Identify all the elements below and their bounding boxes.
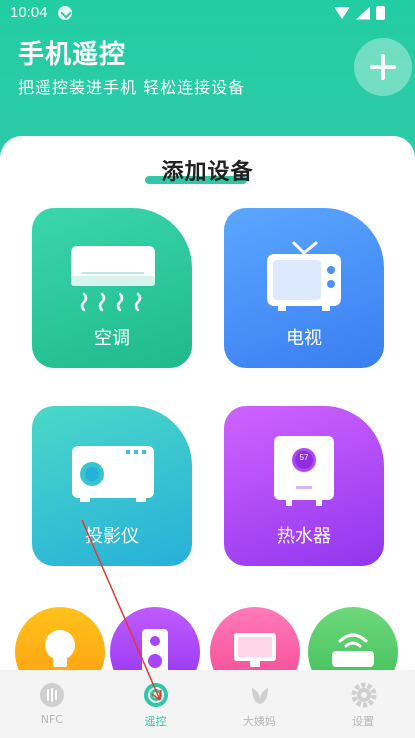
page-title: 手机遥控 bbox=[18, 40, 127, 70]
remote-icon bbox=[144, 683, 169, 707]
add-device-button[interactable] bbox=[354, 38, 412, 96]
device-label-water-heater: 热水器 bbox=[277, 526, 331, 547]
water-heater-icon bbox=[274, 436, 334, 506]
projector-icon bbox=[72, 446, 154, 502]
nav-label-remote: 遥控 bbox=[144, 715, 167, 728]
page-subtitle: 把遥控装进手机 轻松连接设备 bbox=[18, 78, 246, 97]
device-tile-tv[interactable]: 电视 bbox=[224, 208, 384, 368]
bottom-nav: NFC 遥控 大姨妈 设置 bbox=[0, 670, 415, 738]
air-conditioner-icon bbox=[71, 246, 155, 312]
battery-icon bbox=[376, 6, 385, 20]
nfc-icon bbox=[40, 683, 65, 707]
device-label-tv: 电视 bbox=[286, 328, 322, 349]
device-tile-air-conditioner[interactable]: 空调 bbox=[32, 208, 192, 368]
system-icons bbox=[334, 6, 385, 20]
router-icon bbox=[332, 633, 374, 667]
nav-label-period: 大姨妈 bbox=[242, 715, 276, 728]
nav-item-settings[interactable]: 设置 bbox=[312, 670, 415, 738]
section-title: 添加设备 bbox=[0, 154, 415, 186]
plus-icon bbox=[370, 54, 396, 80]
signal-icon bbox=[356, 6, 370, 20]
nav-item-period[interactable]: 大姨妈 bbox=[208, 670, 311, 738]
device-label-air-conditioner: 空调 bbox=[94, 328, 130, 349]
wifi-icon bbox=[334, 7, 350, 19]
status-time: 10:04 bbox=[10, 4, 48, 21]
flower-icon bbox=[251, 688, 268, 704]
nav-label-settings: 设置 bbox=[352, 715, 375, 728]
heater-temperature: 57 bbox=[299, 453, 309, 462]
device-tile-water-heater[interactable]: 57 热水器 bbox=[224, 406, 384, 566]
tv-icon bbox=[267, 241, 341, 311]
nav-label-nfc: NFC bbox=[40, 713, 63, 726]
nav-item-nfc[interactable]: NFC bbox=[0, 670, 103, 738]
monitor-icon bbox=[234, 633, 276, 667]
section-title-text: 添加设备 bbox=[161, 160, 254, 185]
device-label-projector: 投影仪 bbox=[85, 526, 139, 547]
nav-item-remote[interactable]: 遥控 bbox=[104, 670, 207, 738]
device-tile-projector[interactable]: 投影仪 bbox=[32, 406, 192, 566]
download-icon bbox=[58, 6, 72, 20]
settings-icon bbox=[351, 682, 377, 708]
status-bar: 10:04 bbox=[0, 0, 415, 28]
